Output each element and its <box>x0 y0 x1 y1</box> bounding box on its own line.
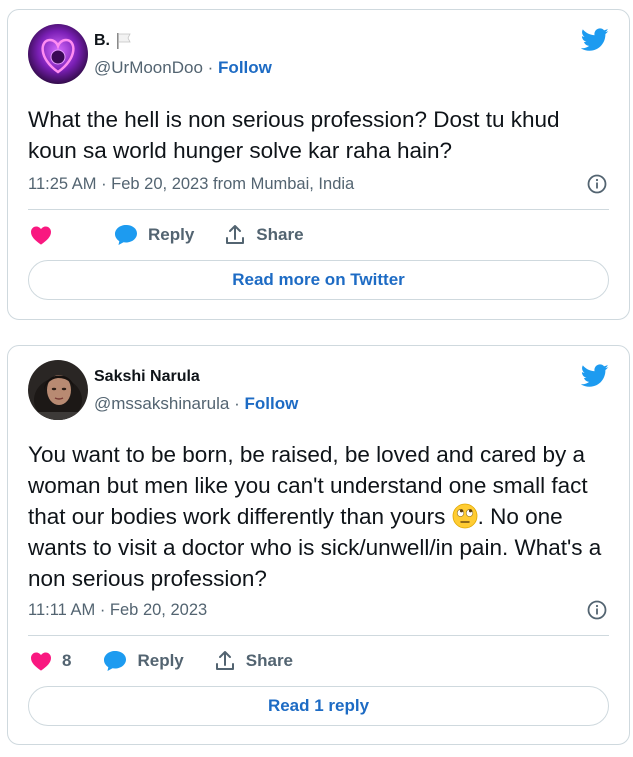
share-button[interactable]: Share <box>224 224 304 246</box>
heart-icon <box>31 652 51 671</box>
timestamp-text: 11:25 AM · Feb 20, 2023 <box>28 175 209 193</box>
reply-button[interactable]: Reply <box>103 650 184 672</box>
follow-button[interactable]: Follow <box>218 58 272 77</box>
tweet-actions: Reply Share <box>30 220 304 250</box>
share-upload-icon <box>215 651 234 670</box>
speech-bubble-icon <box>104 651 127 671</box>
tweet-timestamp[interactable]: 11:11 AM · Feb 20, 2023 <box>28 601 207 620</box>
display-name-text: Sakshi Narula <box>94 368 200 385</box>
display-name[interactable]: B. <box>94 32 132 50</box>
follow-button[interactable]: Follow <box>245 394 299 413</box>
reply-button[interactable]: Reply <box>114 224 194 246</box>
like-button[interactable]: 8 <box>30 651 71 671</box>
tweet-card: B. @UrMoonDoo · Follow What the hell is … <box>7 9 630 320</box>
share-label: Share <box>245 651 294 670</box>
tweet-card: Sakshi Narula @mssakshinarula · Follow Y… <box>7 345 630 745</box>
timestamp-text: 11:11 AM · Feb 20, 2023 <box>28 601 208 619</box>
twitter-bird-icon[interactable] <box>581 364 609 388</box>
tweet-location: from Mumbai, India <box>208 175 355 193</box>
speech-bubble-icon <box>115 225 137 245</box>
twitter-bird-icon[interactable] <box>581 28 609 52</box>
read-replies-button[interactable]: Read 1 reply <box>28 686 609 726</box>
avatar[interactable] <box>28 24 88 84</box>
info-icon[interactable] <box>587 174 607 194</box>
reply-label: Reply <box>148 225 195 244</box>
separator-dot: · <box>234 394 240 413</box>
heart-icon <box>31 226 51 245</box>
tweet-timestamp[interactable]: 11:25 AM · Feb 20, 2023 from Mumbai, Ind… <box>28 175 354 194</box>
info-icon[interactable] <box>587 600 607 620</box>
reply-label: Reply <box>137 651 184 670</box>
separator-dot: · <box>207 58 214 77</box>
avatar[interactable] <box>28 360 88 420</box>
tweet-text: You want to be born, be raised, be loved… <box>28 439 609 594</box>
white-flag-icon <box>117 33 131 49</box>
tweet-actions: 8 Reply Share <box>30 646 293 676</box>
eye-roll-emoji <box>452 503 477 529</box>
tweet-text: What the hell is non serious profession?… <box>28 107 560 163</box>
display-name-text: B. <box>94 32 110 49</box>
display-name[interactable]: Sakshi Narula <box>94 368 200 386</box>
handle-row: @mssakshinarula · Follow <box>94 394 298 414</box>
share-button[interactable]: Share <box>214 650 293 672</box>
divider <box>28 209 609 210</box>
handle-row: @UrMoonDoo · Follow <box>94 58 272 78</box>
user-handle[interactable]: @UrMoonDoo <box>94 58 203 77</box>
share-upload-icon <box>226 225 245 244</box>
share-label: Share <box>256 225 304 244</box>
like-count: 8 <box>62 651 72 670</box>
read-more-button[interactable]: Read more on Twitter <box>28 260 609 300</box>
user-handle[interactable]: @mssakshinarula <box>94 394 229 413</box>
like-button[interactable] <box>30 225 62 245</box>
divider <box>28 635 609 636</box>
